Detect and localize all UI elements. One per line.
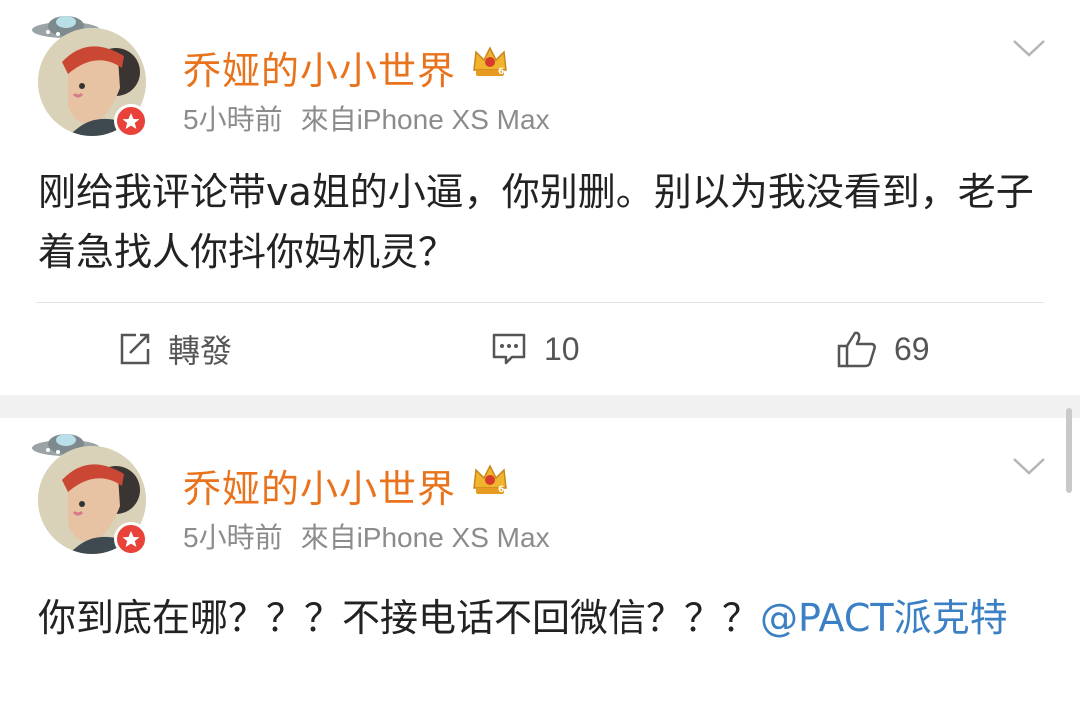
post-meta: 5小時前 來自iPhone XS Max bbox=[183, 98, 550, 138]
post-content: 刚给我评论带va姐的小逼，你别删。别以为我没看到，老子着急找人你抖你妈机灵？ bbox=[38, 170, 1034, 274]
chevron-down-icon[interactable] bbox=[1012, 456, 1046, 476]
comment-count: 10 bbox=[544, 330, 580, 367]
share-label: 轉發 bbox=[168, 333, 233, 369]
comment-icon bbox=[492, 333, 526, 365]
username[interactable]: 乔娅的小小世界 bbox=[183, 40, 456, 95]
post-content: 你到底在哪？？？不接电话不回微信？？？@PACT派克特 bbox=[38, 588, 1048, 648]
like-button[interactable]: 69 bbox=[836, 326, 930, 372]
weibo-post-card: 乔娅的小小世界 6 5小時前 來自iPhone XS Max 刚给我评论带va姐的… bbox=[0, 0, 1080, 395]
mention-link[interactable]: @PACT派克特 bbox=[760, 596, 1008, 640]
crown-vip-icon[interactable]: 6 bbox=[470, 40, 510, 80]
verified-badge-icon bbox=[114, 104, 148, 138]
post-source[interactable]: 來自iPhone XS Max bbox=[301, 104, 550, 135]
post-text: 你到底在哪？？？不接电话不回微信？？？ bbox=[38, 596, 761, 640]
share-button[interactable]: 轉發 bbox=[116, 326, 232, 372]
svg-text:6: 6 bbox=[498, 67, 504, 77]
username[interactable]: 乔娅的小小世界 bbox=[183, 458, 456, 513]
verified-badge-icon bbox=[114, 522, 148, 556]
avatar-wrap[interactable] bbox=[28, 424, 160, 556]
divider bbox=[36, 302, 1044, 303]
scrollbar[interactable] bbox=[1066, 408, 1072, 493]
share-icon bbox=[120, 333, 150, 365]
avatar-wrap[interactable] bbox=[28, 6, 160, 138]
post-time: 5小時前 bbox=[183, 522, 283, 553]
svg-text:6: 6 bbox=[498, 485, 504, 495]
thumbs-up-icon bbox=[837, 331, 876, 368]
weibo-post-card: 乔娅的小小世界 6 5小時前 來自iPhone XS Max 你到底在哪？？？不接… bbox=[0, 418, 1080, 717]
post-time: 5小時前 bbox=[183, 104, 283, 135]
chevron-down-icon[interactable] bbox=[1012, 38, 1046, 58]
comment-button[interactable]: 10 bbox=[490, 326, 580, 372]
post-meta: 5小時前 來自iPhone XS Max bbox=[183, 516, 550, 556]
like-count: 69 bbox=[894, 330, 930, 367]
crown-vip-icon[interactable]: 6 bbox=[470, 458, 510, 498]
post-source[interactable]: 來自iPhone XS Max bbox=[301, 522, 550, 553]
